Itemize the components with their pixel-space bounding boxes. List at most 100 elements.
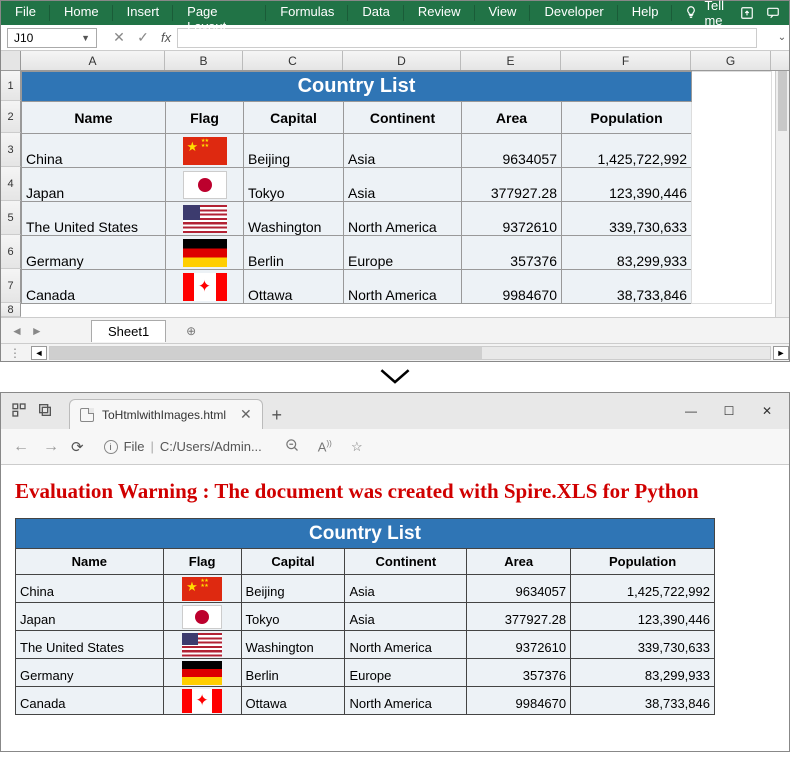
browser-tab[interactable]: ToHtmlwithImages.html ✕: [69, 399, 263, 429]
col-header-f[interactable]: F: [561, 51, 691, 70]
th-area[interactable]: Area: [462, 102, 562, 134]
cell-flag[interactable]: [166, 134, 244, 168]
cell-capital[interactable]: Berlin: [244, 236, 344, 270]
row-header-1[interactable]: 1: [1, 71, 21, 101]
cell-flag[interactable]: [166, 202, 244, 236]
cell-name[interactable]: China: [22, 134, 166, 168]
cell-continent[interactable]: North America: [344, 270, 462, 304]
fx-icon[interactable]: fx: [155, 30, 177, 45]
favorite-icon[interactable]: ☆: [346, 439, 368, 455]
address-bar[interactable]: i File | C:/Users/Admin...: [94, 435, 272, 458]
sheet-nav-next-icon[interactable]: ►: [31, 324, 43, 338]
cell-name[interactable]: Germany: [22, 236, 166, 270]
formula-input[interactable]: [177, 28, 757, 48]
cell-population[interactable]: 339,730,633: [562, 202, 692, 236]
refresh-button[interactable]: ⟳: [71, 438, 84, 456]
scroll-left-icon[interactable]: ◄: [31, 346, 47, 360]
ribbon-tab-home[interactable]: Home: [50, 1, 113, 25]
col-header-e[interactable]: E: [461, 51, 561, 70]
cell-continent[interactable]: Europe: [344, 236, 462, 270]
site-info-icon[interactable]: i: [104, 440, 118, 454]
minimize-button[interactable]: —: [673, 399, 709, 423]
row-header-7[interactable]: 7: [1, 269, 21, 303]
maximize-button[interactable]: ☐: [711, 399, 747, 423]
th-capital[interactable]: Capital: [244, 102, 344, 134]
ribbon-tab-page-layout[interactable]: Page Layout: [173, 1, 266, 25]
row-header-3[interactable]: 3: [1, 133, 21, 167]
ribbon-tab-developer[interactable]: Developer: [530, 1, 617, 25]
cell-area[interactable]: 377927.28: [462, 168, 562, 202]
read-aloud-icon[interactable]: A)): [314, 439, 336, 454]
col-header-c[interactable]: C: [243, 51, 343, 70]
col-header-g[interactable]: G: [691, 51, 771, 70]
share-icon[interactable]: [739, 5, 755, 21]
ribbon-tab-view[interactable]: View: [475, 1, 531, 25]
sheet-tab[interactable]: Sheet1: [91, 320, 166, 342]
cell-name[interactable]: Canada: [22, 270, 166, 304]
cell-name[interactable]: The United States: [22, 202, 166, 236]
drag-handle-icon[interactable]: ⋮: [1, 346, 31, 360]
cell-flag[interactable]: [166, 236, 244, 270]
cell-population[interactable]: 123,390,446: [562, 168, 692, 202]
th-continent[interactable]: Continent: [344, 102, 462, 134]
expand-formula-icon[interactable]: ⌄: [775, 32, 789, 43]
table-title[interactable]: Country List: [22, 72, 692, 102]
horizontal-scrollbar[interactable]: ⋮ ◄ ►: [1, 343, 789, 361]
workspace-icon[interactable]: [11, 402, 27, 421]
back-button[interactable]: ←: [11, 438, 31, 456]
th-name[interactable]: Name: [22, 102, 166, 134]
row-header-2[interactable]: 2: [1, 101, 21, 133]
ribbon-tab-insert[interactable]: Insert: [113, 1, 174, 25]
cell-continent[interactable]: North America: [344, 202, 462, 236]
cell-flag[interactable]: [166, 270, 244, 304]
row-header-8[interactable]: 8: [1, 303, 21, 317]
ribbon-tab-formulas[interactable]: Formulas: [266, 1, 348, 25]
tabs-overview-icon[interactable]: [37, 402, 53, 421]
col-header-b[interactable]: B: [165, 51, 243, 70]
ribbon-tab-data[interactable]: Data: [348, 1, 403, 25]
add-sheet-button[interactable]: ⊕: [178, 321, 204, 341]
cancel-formula-icon[interactable]: ✕: [107, 29, 131, 46]
cell-population[interactable]: 83,299,933: [562, 236, 692, 270]
cell-population[interactable]: 1,425,722,992: [562, 134, 692, 168]
col-header-d[interactable]: D: [343, 51, 461, 70]
table-row: Canada Ottawa North America 9984670 38,7…: [22, 270, 772, 304]
forward-button[interactable]: →: [41, 438, 61, 456]
th-population[interactable]: Population: [562, 102, 692, 134]
cell-name[interactable]: Japan: [22, 168, 166, 202]
cell-continent[interactable]: Asia: [344, 134, 462, 168]
cell-capital[interactable]: Washington: [244, 202, 344, 236]
name-box[interactable]: J10 ▼: [7, 28, 97, 48]
hcell-continent: Asia: [345, 603, 467, 631]
scroll-right-icon[interactable]: ►: [773, 346, 789, 360]
cell-capital[interactable]: Ottawa: [244, 270, 344, 304]
cell-flag[interactable]: [166, 168, 244, 202]
ribbon-tab-review[interactable]: Review: [404, 1, 475, 25]
chevron-down-icon[interactable]: ▼: [81, 33, 90, 43]
col-header-a[interactable]: A: [21, 51, 165, 70]
ribbon-tab-file[interactable]: File: [1, 1, 50, 25]
close-tab-icon[interactable]: ✕: [234, 406, 252, 423]
cell-area[interactable]: 9984670: [462, 270, 562, 304]
cell-population[interactable]: 38,733,846: [562, 270, 692, 304]
cell-capital[interactable]: Tokyo: [244, 168, 344, 202]
accept-formula-icon[interactable]: ✓: [131, 29, 155, 46]
select-all-corner[interactable]: [1, 51, 21, 70]
cell-area[interactable]: 9634057: [462, 134, 562, 168]
comments-icon[interactable]: [765, 5, 781, 21]
new-tab-button[interactable]: +: [263, 401, 291, 429]
vertical-scrollbar[interactable]: [775, 71, 789, 317]
zoom-icon[interactable]: [282, 438, 304, 456]
row-header-4[interactable]: 4: [1, 167, 21, 201]
tell-me[interactable]: Tell me: [672, 1, 739, 25]
cell-area[interactable]: 357376: [462, 236, 562, 270]
ribbon-tab-help[interactable]: Help: [618, 1, 673, 25]
row-header-6[interactable]: 6: [1, 235, 21, 269]
row-header-5[interactable]: 5: [1, 201, 21, 235]
close-window-button[interactable]: ✕: [749, 399, 785, 423]
cell-capital[interactable]: Beijing: [244, 134, 344, 168]
th-flag[interactable]: Flag: [166, 102, 244, 134]
cell-continent[interactable]: Asia: [344, 168, 462, 202]
sheet-nav-prev-icon[interactable]: ◄: [11, 324, 23, 338]
cell-area[interactable]: 9372610: [462, 202, 562, 236]
